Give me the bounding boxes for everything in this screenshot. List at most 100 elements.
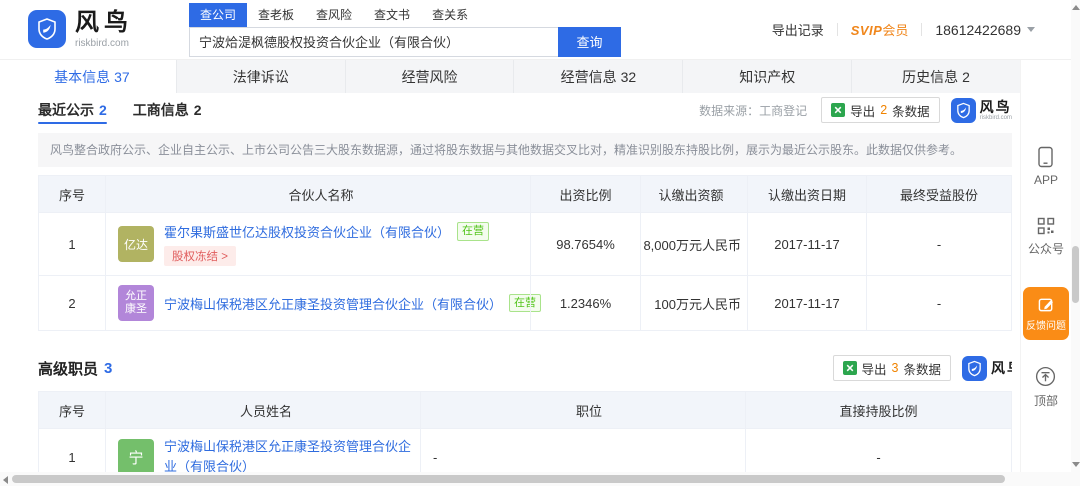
export-label: 导出 <box>861 362 887 377</box>
col-direct-share: 直接持股比例 <box>745 392 1011 428</box>
tab-count: 37 <box>114 68 130 85</box>
brand-name: 风鸟 <box>75 9 133 37</box>
partner-row-1: 1 亿达 霍尔果斯盛世亿达股权投资合伙企业（有限合伙） 在营 股权冻结 > 98… <box>39 212 1011 275</box>
avatar-text: 允正康圣 <box>125 289 147 315</box>
vertical-scroll-thumb[interactable] <box>1072 246 1079 303</box>
tab-label: 基本信息 <box>54 68 111 85</box>
feedback-label: 反馈问题 <box>1026 321 1066 332</box>
direct-share-value: - <box>745 429 1011 472</box>
tab-operation-risk[interactable]: 经营风险 <box>346 60 515 93</box>
nav-tab-document[interactable]: 查文书 <box>363 3 421 27</box>
watermark-domain: riskbird.com <box>979 114 1012 121</box>
back-to-top-button[interactable]: 顶部 <box>1034 366 1058 409</box>
app-download-button[interactable]: APP <box>1034 146 1058 187</box>
tab-basic-info[interactable]: 基本信息 37 <box>8 60 177 93</box>
brand-logo[interactable]: 风鸟 riskbird.com <box>28 9 133 49</box>
amount-value: 8,000万元人民币 <box>640 213 747 275</box>
nav-tab-relation[interactable]: 查关系 <box>421 3 479 27</box>
export-record-link[interactable]: 导出记录 <box>772 20 824 39</box>
date-value: 2017-11-17 <box>747 276 866 330</box>
nav-tab-company[interactable]: 查公司 <box>189 2 248 27</box>
phone-icon <box>1038 146 1054 168</box>
col-index: 序号 <box>58 403 85 419</box>
executive-row-1: 1 宁 宁波梅山保税港区允正康圣投资管理合伙企业（有限合伙） - - <box>39 428 1011 472</box>
partners-toolbar: 最近公示 2 工商信息 2 数据来源：工商登记 导出 2 条数据 风鸟 risk… <box>8 93 1020 127</box>
riskbird-page: 风鸟 riskbird.com 查公司 查老板 查风险 查文书 查关系 查询 <box>0 0 1080 486</box>
shield-bird-icon <box>28 10 66 49</box>
subtab-count: 2 <box>193 102 202 118</box>
export-partners-button[interactable]: 导出 2 条数据 <box>821 97 940 123</box>
data-source-label: 数据来源：工商登记 <box>699 103 808 118</box>
tab-operation-info[interactable]: 经营信息 32 <box>514 60 684 93</box>
export-count: 2 <box>880 103 888 117</box>
wechat-official-button[interactable]: 公众号 <box>1028 217 1064 257</box>
svip-member-link[interactable]: SVIP会员 <box>851 20 909 39</box>
tab-label: 经营信息 <box>560 68 617 85</box>
qr-code-icon <box>1037 217 1055 235</box>
col-ratio: 出资比例 <box>530 176 640 212</box>
tab-legal-litigation[interactable]: 法律诉讼 <box>177 60 346 93</box>
partner-company-link[interactable]: 霍尔果斯盛世亿达股权投资合伙企业（有限合伙） <box>164 222 450 241</box>
watermark-name: 风鸟 <box>991 360 1012 376</box>
col-date: 认缴出资日期 <box>747 176 866 212</box>
partner-company-link[interactable]: 宁波梅山保税港区允正康圣投资管理合伙企业（有限合伙） <box>164 294 502 313</box>
date-value: 2017-11-17 <box>747 213 866 275</box>
horizontal-scroll-thumb[interactable] <box>12 475 1005 483</box>
shield-bird-icon <box>950 97 976 123</box>
row-index: 2 <box>68 295 76 311</box>
row-index: 1 <box>68 236 76 252</box>
tab-label: 历史信息 <box>902 68 959 85</box>
excel-icon <box>842 361 857 375</box>
left-gutter <box>0 60 8 472</box>
company-tab-bar: 基本信息 37 法律诉讼 经营风险 经营信息 32 知识产权 历史信息 2 <box>8 60 1020 93</box>
equity-freeze-tag[interactable]: 股权冻结 > <box>164 246 236 266</box>
partner-name-cell: 亿达 霍尔果斯盛世亿达股权投资合伙企业（有限合伙） 在营 股权冻结 > <box>105 213 530 275</box>
brand-domain: riskbird.com <box>75 37 129 49</box>
position-value: - <box>420 429 745 472</box>
executives-section-header: 高级职员 3 导出 3 条数据 风鸟 <box>38 355 1012 381</box>
avatar: 允正康圣 <box>118 285 154 321</box>
col-index: 序号 <box>58 187 85 203</box>
search-area: 查公司 查老板 查风险 查文书 查关系 查询 <box>189 2 621 57</box>
feedback-button[interactable]: 反馈问题 <box>1023 287 1069 340</box>
watermark-text: 风鸟 riskbird.com <box>980 100 1012 121</box>
export-executives-button[interactable]: 导出 3 条数据 <box>832 355 951 381</box>
brand-text: 风鸟 riskbird.com <box>75 9 133 49</box>
shareholder-data-notice: 风鸟整合政府公示、企业自主公示、上市公司公告三大股东数据源，通过将股东数据与其他… <box>38 133 1012 167</box>
subtab-recent-publicity[interactable]: 最近公示 2 <box>38 93 107 127</box>
scroll-left-arrow-icon[interactable] <box>3 476 8 484</box>
search-input[interactable] <box>189 26 558 57</box>
ratio-value: 1.2346% <box>530 276 640 330</box>
status-badge: 在营 <box>457 222 490 241</box>
top-header: 风鸟 riskbird.com 查公司 查老板 查风险 查文书 查关系 查询 <box>0 0 1071 60</box>
tab-history-info[interactable]: 历史信息 2 <box>852 60 1020 93</box>
nav-tab-risk[interactable]: 查风险 <box>305 3 363 27</box>
tab-intellectual-property[interactable]: 知识产权 <box>683 60 853 93</box>
horizontal-scrollbar[interactable] <box>0 472 1071 486</box>
partners-table: 序号 合伙人名称 出资比例 认缴出资额 认缴出资日期 最终受益股份 1 亿达 霍… <box>38 175 1012 331</box>
final-share-value: - <box>866 213 1011 275</box>
account-menu[interactable]: 18612422689 <box>935 22 1035 38</box>
scroll-up-arrow-icon[interactable] <box>1072 5 1080 10</box>
user-area: 导出记录 SVIP会员 18612422689 <box>772 20 1035 39</box>
section-count: 3 <box>104 359 113 377</box>
divider <box>836 23 838 36</box>
avatar: 亿达 <box>118 226 154 262</box>
nav-tab-boss[interactable]: 查老板 <box>247 3 305 27</box>
divider <box>921 23 923 36</box>
export-suffix: 条数据 <box>892 104 930 119</box>
wechat-label: 公众号 <box>1027 242 1064 256</box>
col-position: 职位 <box>420 392 745 428</box>
partners-table-header: 序号 合伙人名称 出资比例 认缴出资额 认缴出资日期 最终受益股份 <box>39 176 1011 212</box>
person-name-cell: 宁 宁波梅山保税港区允正康圣投资管理合伙企业（有限合伙） <box>105 429 420 472</box>
vertical-scrollbar[interactable] <box>1071 0 1080 472</box>
scroll-down-arrow-icon[interactable] <box>1072 462 1080 467</box>
executive-company-link[interactable]: 宁波梅山保税港区允正康圣投资管理合伙企业（有限合伙） <box>164 437 414 472</box>
watermark-text: 风鸟 <box>991 361 1012 375</box>
tab-label: 法律诉讼 <box>232 68 289 85</box>
export-label: 导出 <box>850 104 876 119</box>
col-person-name: 人员姓名 <box>105 392 420 428</box>
avatar: 宁 <box>118 439 154 472</box>
search-button[interactable]: 查询 <box>558 26 621 57</box>
subtab-business-registration[interactable]: 工商信息 2 <box>133 93 202 127</box>
